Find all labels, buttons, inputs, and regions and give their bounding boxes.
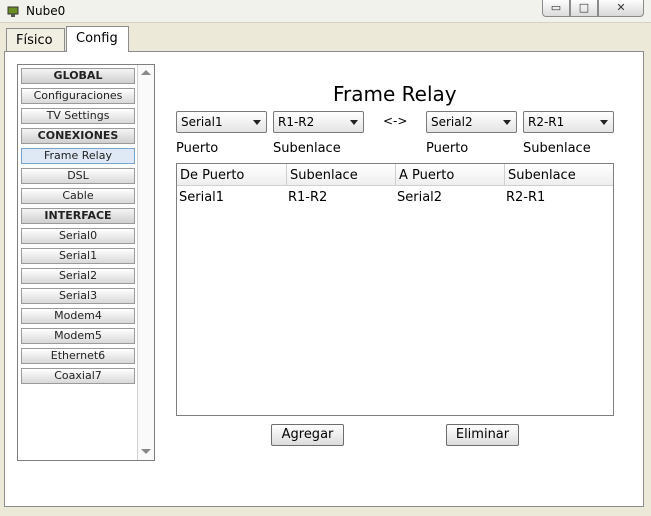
sidebar-item-modem4[interactable]: Modem4	[21, 308, 135, 324]
table-cell: Serial2	[397, 190, 443, 205]
connections-table[interactable]: De Puerto Subenlace A Puerto Subenlace S…	[176, 163, 614, 416]
sidebar-item-serial1[interactable]: Serial1	[21, 248, 135, 264]
chevron-down-icon	[600, 120, 608, 125]
maximize-icon: □	[578, 1, 590, 14]
sidebar-item-configuraciones[interactable]: Configuraciones	[21, 88, 135, 104]
sidebar-header-conexiones: CONEXIONES	[21, 128, 135, 144]
page-title: Frame Relay	[333, 82, 457, 106]
sidebar-item-serial3[interactable]: Serial3	[21, 288, 135, 304]
link-separator: <->	[383, 114, 408, 128]
sidebar-item-coaxial7[interactable]: Coaxial7	[21, 368, 135, 384]
table-cell: R1-R2	[288, 190, 328, 205]
to-port-value: Serial2	[431, 115, 473, 129]
minimize-icon: ▭	[550, 1, 562, 14]
close-button[interactable]: ✕	[598, 0, 644, 17]
chevron-down-icon	[253, 120, 261, 125]
chevron-down-icon	[350, 120, 358, 125]
sidebar-item-serial2[interactable]: Serial2	[21, 268, 135, 284]
title-bar: Nube0 ▭ □ ✕	[0, 0, 651, 23]
sidebar-item-dsl[interactable]: DSL	[21, 168, 135, 184]
sidebar-item-tv-settings[interactable]: TV Settings	[21, 108, 135, 124]
scroll-down-icon[interactable]	[141, 449, 151, 454]
to-sublink-select[interactable]: R2-R1	[523, 111, 614, 133]
from-sublink-value: R1-R2	[278, 115, 315, 129]
tab-fisico[interactable]: Físico	[6, 28, 65, 52]
from-port-value: Serial1	[181, 115, 223, 129]
tab-config[interactable]: Config	[66, 26, 129, 52]
sidebar-item-frame-relay[interactable]: Frame Relay	[21, 148, 135, 164]
window-title: Nube0	[26, 4, 66, 18]
to-port-label: Puerto	[426, 141, 469, 156]
sidebar-item-serial0[interactable]: Serial0	[21, 228, 135, 244]
column-header-subenlace-to[interactable]: Subenlace	[505, 164, 613, 186]
sidebar-item-modem5[interactable]: Modem5	[21, 328, 135, 344]
table-cell: R2-R1	[506, 190, 546, 205]
column-header-de-puerto[interactable]: De Puerto	[177, 164, 287, 186]
from-sublink-label: Subenlace	[273, 141, 341, 156]
sidebar-header-global: GLOBAL	[21, 68, 135, 84]
column-header-subenlace-from[interactable]: Subenlace	[287, 164, 396, 186]
sidebar-scrollbar[interactable]	[137, 65, 154, 460]
scroll-up-icon[interactable]	[141, 70, 151, 75]
sidebar-item-ethernet6[interactable]: Ethernet6	[21, 348, 135, 364]
close-icon: ✕	[616, 1, 626, 14]
sidebar-header-interface: INTERFACE	[21, 208, 135, 224]
from-sublink-select[interactable]: R1-R2	[273, 111, 364, 133]
table-cell: Serial1	[179, 190, 225, 205]
to-sublink-value: R2-R1	[528, 115, 565, 129]
sidebar-item-cable[interactable]: Cable	[21, 188, 135, 204]
to-sublink-label: Subenlace	[523, 141, 591, 156]
to-port-select[interactable]: Serial2	[426, 111, 517, 133]
chevron-down-icon	[503, 120, 511, 125]
from-port-select[interactable]: Serial1	[176, 111, 267, 133]
column-header-a-puerto[interactable]: A Puerto	[396, 164, 505, 186]
remove-button[interactable]: Eliminar	[446, 424, 519, 446]
sidebar[interactable]: GLOBAL Configuraciones TV Settings CONEX…	[17, 64, 155, 461]
from-port-label: Puerto	[176, 141, 219, 156]
add-button[interactable]: Agregar	[271, 424, 344, 446]
minimize-button[interactable]: ▭	[542, 0, 570, 17]
app-icon	[7, 6, 19, 17]
maximize-button[interactable]: □	[570, 0, 598, 17]
